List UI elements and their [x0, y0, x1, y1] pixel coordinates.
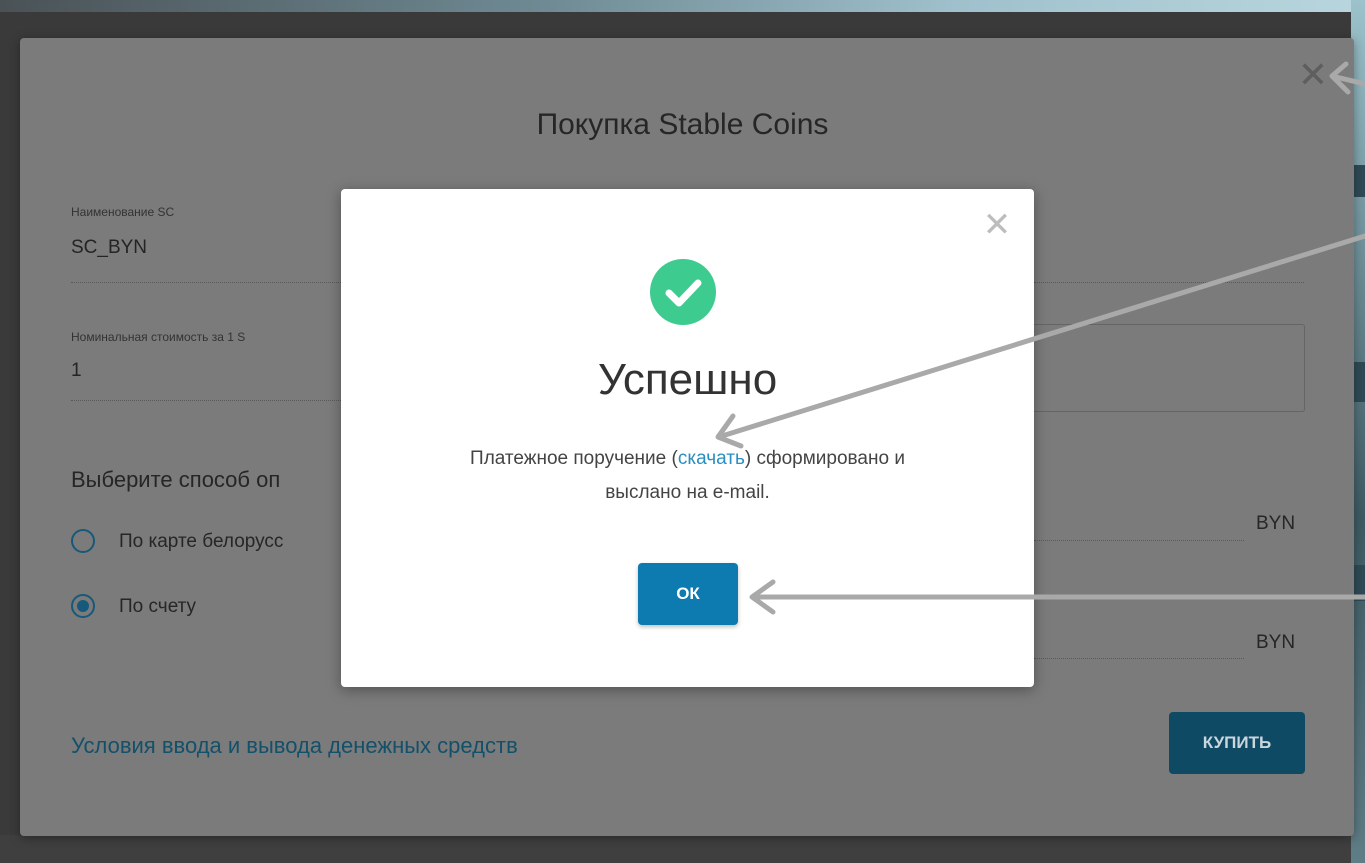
currency-unit-2: BYN [1256, 632, 1296, 653]
sc-name-label: Наименование SC [71, 205, 175, 219]
background-page-bottom [0, 835, 1365, 863]
dialog-message-line-2: выслано на e-mail. [605, 482, 770, 503]
message-after: ) сформировано и [744, 448, 905, 469]
download-link[interactable]: скачать [678, 448, 745, 469]
currency-unit-1: BYN [1256, 513, 1296, 534]
right-input-box[interactable] [1034, 324, 1305, 412]
radio-card-label[interactable]: По карте белорусс [119, 531, 283, 553]
nominal-cost-underline [71, 400, 341, 401]
radio-card[interactable] [71, 529, 95, 553]
dialog-close-icon[interactable]: ✕ [980, 208, 1014, 242]
dialog-message-line-1: Платежное поручение (скачать) сформирова… [341, 442, 1034, 476]
radio-account-label[interactable]: По счету [119, 596, 196, 618]
buy-button[interactable]: КУПИТЬ [1169, 712, 1305, 774]
dialog-message: Платежное поручение (скачать) сформирова… [341, 442, 1034, 510]
radio-account[interactable] [71, 594, 95, 618]
sc-name-underline-right [1034, 282, 1304, 283]
message-before: Платежное поручение ( [470, 448, 678, 469]
amount-underline-1 [1034, 540, 1244, 541]
amount-underline-2 [1034, 658, 1244, 659]
background-page-top [0, 0, 1365, 12]
ok-button[interactable]: ОК [638, 563, 738, 625]
dialog-title: Успешно [597, 355, 778, 404]
check-circle-icon [650, 259, 716, 325]
modal-title: Покупка Stable Coins [536, 108, 829, 141]
modal-close-icon[interactable]: ✕ [1296, 57, 1330, 93]
payment-method-title: Выберите способ оп [71, 467, 281, 492]
nominal-cost-value[interactable]: 1 [71, 360, 82, 382]
sc-name-underline [71, 282, 341, 283]
terms-link[interactable]: Условия ввода и вывода денежных средств [71, 733, 518, 759]
sc-name-value[interactable]: SC_BYN [71, 237, 147, 259]
nominal-cost-label: Номинальная стоимость за 1 S [71, 330, 246, 344]
